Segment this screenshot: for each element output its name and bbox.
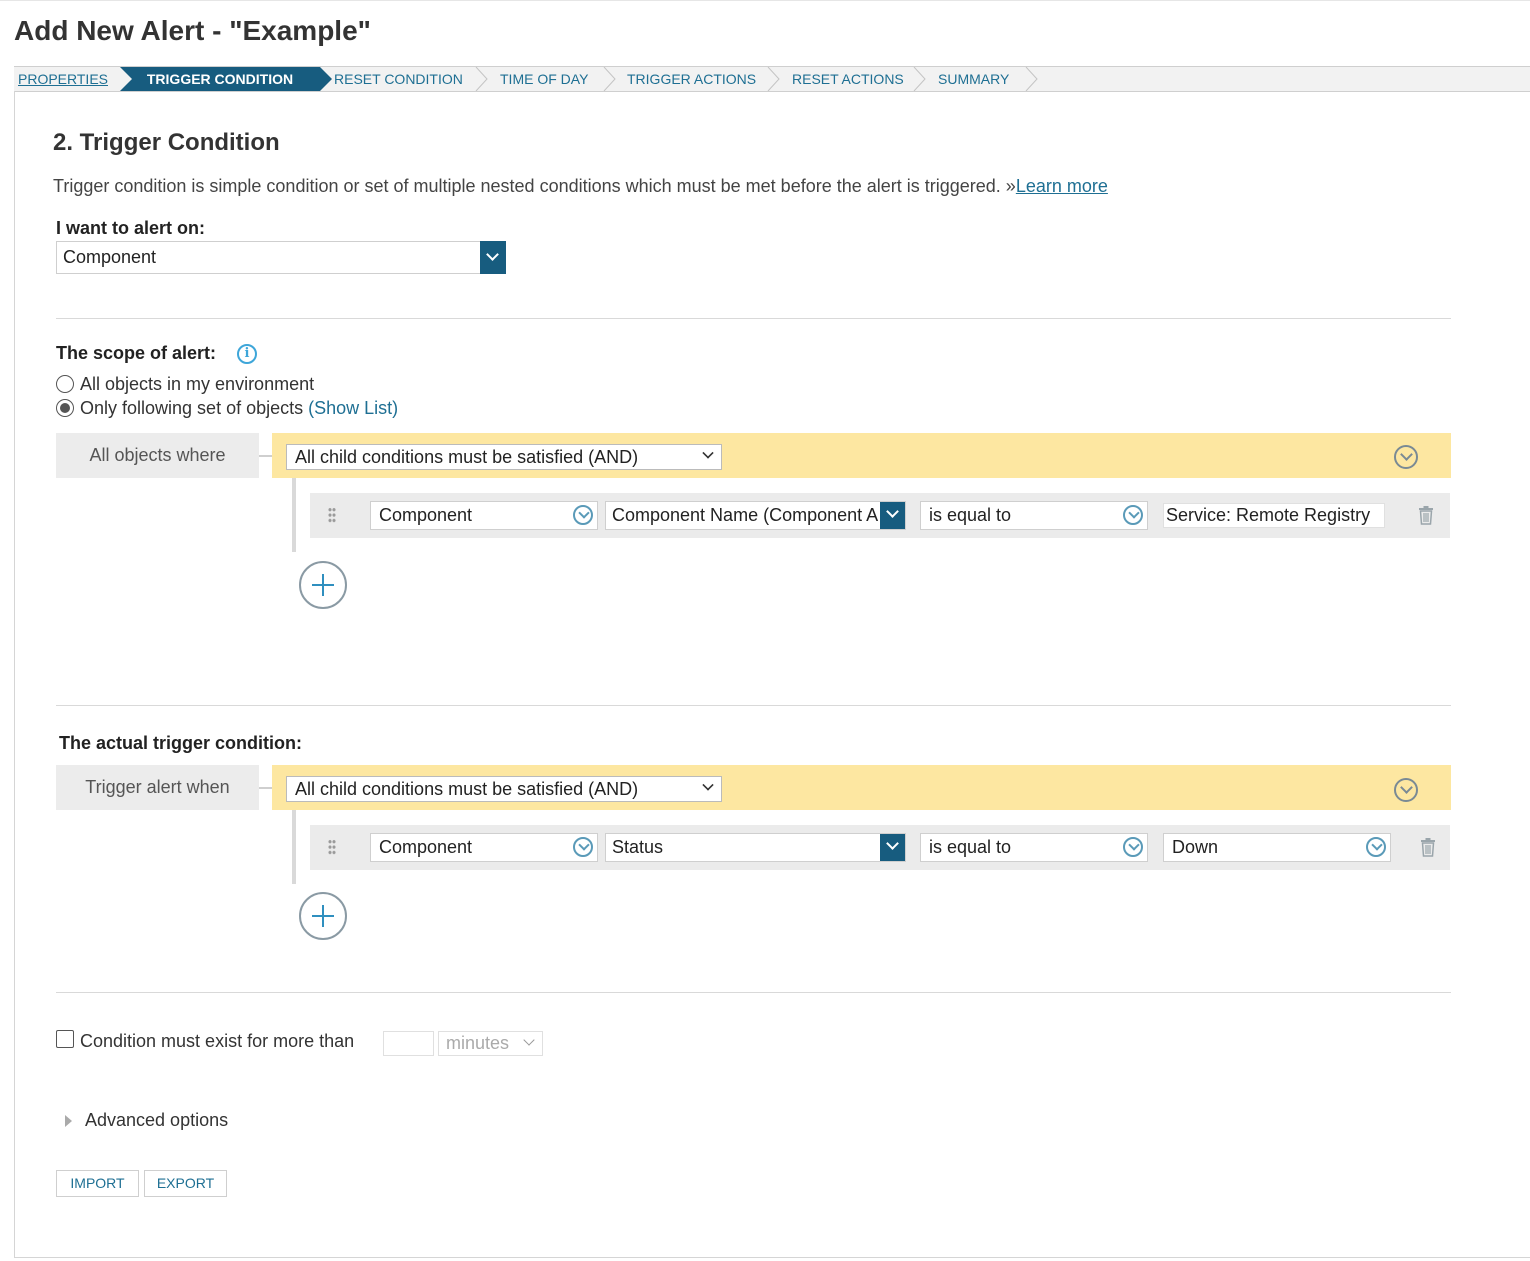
- step-reset-actions[interactable]: RESET ACTIONS: [792, 67, 904, 91]
- chevron-down-icon[interactable]: [480, 241, 506, 274]
- section-title: 2. Trigger Condition: [53, 129, 280, 156]
- chevron-down-icon: [1366, 837, 1386, 857]
- tree-line: [292, 478, 296, 552]
- drag-handle-icon[interactable]: [328, 507, 336, 523]
- trigger-object-value: Component: [379, 837, 473, 857]
- divider: [56, 318, 1451, 319]
- radio-all-label: All objects in my environment: [80, 374, 315, 394]
- duration-checkbox[interactable]: [56, 1030, 74, 1048]
- advanced-options-toggle[interactable]: Advanced options: [85, 1110, 228, 1131]
- top-border: [0, 0, 1530, 1]
- step-separator-icon: [913, 67, 926, 91]
- show-list-link[interactable]: (Show List): [308, 398, 398, 418]
- export-button[interactable]: EXPORT: [144, 1170, 227, 1197]
- trigger-label: The actual trigger condition:: [59, 733, 303, 753]
- chevron-down-icon: [573, 837, 593, 857]
- radio-following-label: Only following set of objects: [80, 398, 304, 418]
- divider: [56, 705, 1451, 706]
- drag-handle-icon[interactable]: [328, 839, 336, 855]
- trigger-logic-select[interactable]: All child conditions must be satisfied (…: [286, 776, 722, 802]
- page-title: Add New Alert - "Example": [14, 15, 371, 46]
- wizard-steps: PROPERTIES TRIGGER CONDITION RESET CONDI…: [14, 66, 1530, 92]
- add-trigger-condition-button[interactable]: [299, 892, 347, 940]
- trigger-field-value: Status: [612, 837, 664, 857]
- step-trigger-actions[interactable]: TRIGGER ACTIONS: [627, 67, 756, 91]
- add-scope-condition-button[interactable]: [299, 561, 347, 609]
- step-properties[interactable]: PROPERTIES: [18, 67, 108, 91]
- trigger-field-select[interactable]: Status: [605, 833, 906, 862]
- scope-group-bar: All child conditions must be satisfied (…: [272, 433, 1451, 478]
- tree-line: [292, 810, 296, 884]
- trash-icon[interactable]: [1418, 506, 1434, 525]
- trigger-object-select[interactable]: Component: [370, 833, 598, 862]
- chevron-down-icon: [523, 1034, 535, 1046]
- collapse-circle-icon[interactable]: [1394, 445, 1418, 469]
- scope-condition-row: Component Component Name (Component A is…: [310, 493, 1450, 538]
- alert-on-label: I want to alert on:: [56, 218, 206, 238]
- expand-triangle-icon[interactable]: [65, 1115, 72, 1127]
- chevron-down-icon: [1123, 837, 1143, 857]
- step-separator-icon: [475, 67, 488, 91]
- collapse-circle-icon[interactable]: [1394, 778, 1418, 802]
- step-separator-icon: [603, 67, 616, 91]
- trigger-operator-value: is equal to: [929, 837, 1012, 857]
- scope-operator-value: is equal to: [929, 505, 1012, 525]
- trigger-operator-select[interactable]: is equal to: [920, 833, 1148, 862]
- scope-field-value: Component Name (Component A: [612, 505, 879, 525]
- scope-label: The scope of alert:: [56, 343, 217, 363]
- trash-icon[interactable]: [1420, 838, 1436, 857]
- scope-object-select[interactable]: Component: [370, 501, 598, 530]
- intro-text: Trigger condition is simple condition or…: [53, 176, 1016, 196]
- alert-on-select[interactable]: Component: [56, 241, 506, 274]
- import-button[interactable]: IMPORT: [56, 1170, 139, 1197]
- scope-object-value: Component: [379, 505, 473, 525]
- learn-more-link[interactable]: Learn more: [1016, 176, 1108, 196]
- trigger-when-label: Trigger alert when: [56, 765, 259, 810]
- scope-operator-select[interactable]: is equal to: [920, 501, 1148, 530]
- trigger-group-bar: All child conditions must be satisfied (…: [272, 765, 1451, 810]
- connector: [259, 455, 273, 457]
- alert-on-value: Component: [63, 247, 157, 267]
- step-reset-condition[interactable]: RESET CONDITION: [334, 67, 463, 91]
- section-intro: Trigger condition is simple condition or…: [53, 176, 1108, 197]
- chevron-down-icon: [573, 505, 593, 525]
- chevron-down-icon[interactable]: [880, 502, 905, 529]
- divider: [56, 992, 1451, 993]
- scope-logic-select[interactable]: All child conditions must be satisfied (…: [286, 444, 722, 470]
- duration-input[interactable]: [383, 1031, 434, 1056]
- chevron-down-icon: [1123, 505, 1143, 525]
- chevron-down-icon: [702, 447, 714, 459]
- step-separator-icon: [767, 67, 780, 91]
- step-time-of-day[interactable]: TIME OF DAY: [500, 67, 588, 91]
- trigger-value-value: Down: [1172, 837, 1219, 857]
- connector: [259, 787, 273, 789]
- info-icon[interactable]: i: [237, 344, 257, 364]
- duration-unit-select[interactable]: minutes: [438, 1031, 543, 1056]
- step-separator-icon: [1025, 67, 1038, 91]
- trigger-condition-row: Component Status is equal to Down: [310, 825, 1450, 870]
- chevron-down-icon[interactable]: [880, 834, 905, 861]
- trigger-value-select[interactable]: Down: [1163, 833, 1391, 862]
- scope-logic-value: All child conditions must be satisfied (…: [295, 447, 639, 467]
- step-summary[interactable]: SUMMARY: [938, 67, 1009, 91]
- scope-field-select[interactable]: Component Name (Component A: [605, 501, 906, 530]
- radio-following-wrap: Only following set of objects (Show List…: [80, 398, 398, 419]
- trigger-logic-value: All child conditions must be satisfied (…: [295, 779, 639, 799]
- step-trigger-condition[interactable]: TRIGGER CONDITION: [132, 67, 308, 91]
- duration-unit-value: minutes: [446, 1033, 510, 1053]
- scope-where-label: All objects where: [56, 433, 259, 478]
- radio-button[interactable]: [56, 375, 74, 393]
- scope-value-input[interactable]: Service: Remote Registry: [1163, 503, 1385, 528]
- chevron-down-icon: [702, 779, 714, 791]
- duration-label: Condition must exist for more than: [80, 1031, 355, 1051]
- radio-button-selected[interactable]: [56, 399, 74, 417]
